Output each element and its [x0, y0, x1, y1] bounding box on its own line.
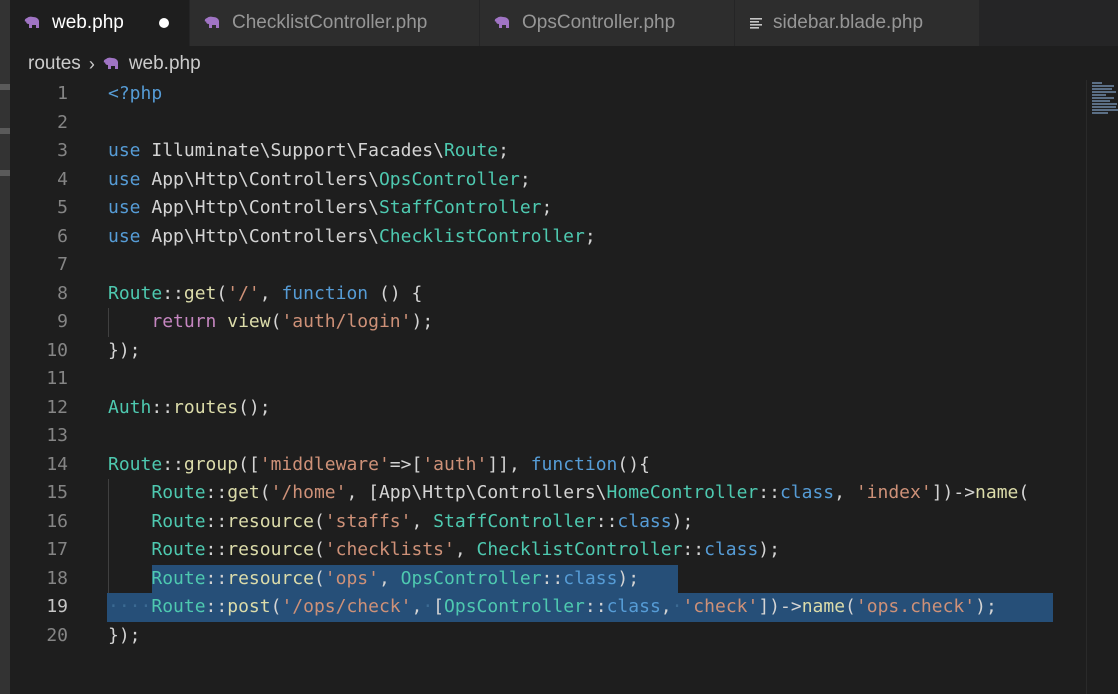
- line-number: 6: [57, 225, 68, 247]
- line-number: 11: [46, 368, 68, 389]
- line-number: 14: [46, 453, 68, 475]
- code-text: Route::group(['middleware'=>['auth']], f…: [108, 453, 650, 475]
- breadcrumb-file[interactable]: web.php: [129, 53, 201, 75]
- php-elephant-icon: [494, 16, 512, 30]
- line-number: 19: [46, 596, 68, 617]
- code-line[interactable]: 5 use App\Http\Controllers\StaffControlle…: [0, 194, 1086, 223]
- line-number: 1: [57, 83, 68, 104]
- line-number: 5: [57, 197, 68, 218]
- code-line[interactable]: 1 <?php: [0, 80, 1086, 109]
- line-number: 13: [46, 425, 68, 446]
- code-line[interactable]: 15 Route::get('/home', [App\Http\Control…: [0, 479, 1086, 508]
- minimap[interactable]: [1092, 82, 1118, 118]
- code-line[interactable]: 16 Route::resource('staffs', StaffContro…: [0, 508, 1086, 537]
- code-text: Route::resource('staffs', StaffControlle…: [151, 510, 694, 532]
- code-line[interactable]: 19 ····Route::post('/ops/check',·[OpsCont…: [0, 593, 1086, 622]
- line-number: 20: [46, 624, 68, 646]
- line-number: 3: [57, 140, 68, 161]
- code-text: use Illuminate\Support\Facades\Route;: [108, 140, 509, 161]
- line-number: 7: [57, 254, 68, 275]
- line-number: 10: [46, 339, 68, 361]
- code-text: Route::get('/home', [App\Http\Controller…: [151, 482, 1030, 503]
- code-text: ····Route::post('/ops/check',·[OpsContro…: [108, 596, 997, 617]
- tab-label: ChecklistController.php: [232, 12, 428, 33]
- code-line[interactable]: 4 use App\Http\Controllers\OpsController;: [0, 166, 1086, 195]
- code-line[interactable]: 7: [0, 251, 1086, 280]
- code-line[interactable]: 10});: [0, 337, 1086, 366]
- line-number: 18: [46, 567, 68, 589]
- code-line[interactable]: 18 Route::resource('ops', OpsController:…: [0, 565, 1086, 594]
- code-line[interactable]: 11: [0, 365, 1086, 394]
- tab-label: OpsController.php: [522, 12, 676, 33]
- unsaved-dot-icon[interactable]: [159, 18, 169, 28]
- code-line[interactable]: 3 use Illuminate\Support\Facades\Route;: [0, 137, 1086, 166]
- php-elephant-icon: [103, 57, 121, 71]
- php-elephant-icon: [204, 16, 222, 30]
- tab-label: sidebar.blade.php: [773, 12, 924, 33]
- code-text: Route::resource('ops', OpsController::cl…: [151, 567, 640, 589]
- breadcrumb: routes › web.php: [28, 52, 201, 76]
- code-line[interactable]: 20});: [0, 622, 1086, 651]
- tab-label: web.php: [52, 12, 124, 33]
- line-number: 9: [57, 311, 68, 332]
- tab-checklistcontroller-php[interactable]: ChecklistController.php: [190, 0, 480, 46]
- tab-opscontroller-php[interactable]: OpsController.php: [480, 0, 735, 46]
- vertical-scrollbar[interactable]: [1086, 80, 1118, 694]
- php-elephant-icon: [24, 16, 42, 30]
- breadcrumb-folder[interactable]: routes: [28, 53, 81, 75]
- chevron-right-icon: ›: [88, 53, 95, 74]
- code-line[interactable]: 12 Auth::routes();: [0, 394, 1086, 423]
- code-text: });: [108, 624, 141, 646]
- code-text: Route::get('/', function () {: [108, 282, 423, 304]
- line-number: 16: [46, 510, 68, 532]
- code-text: <?php: [108, 83, 163, 104]
- line-number: 2: [57, 111, 68, 133]
- code-text: use App\Http\Controllers\StaffController…: [108, 197, 553, 218]
- line-number: 12: [46, 396, 68, 418]
- code-line[interactable]: 14 Route::group(['middleware'=>['auth']],…: [0, 451, 1086, 480]
- code-text: });: [108, 339, 141, 361]
- code-line[interactable]: 17 Route::resource('checklists', Checkli…: [0, 536, 1086, 565]
- tab-web-php[interactable]: web.php: [10, 0, 190, 46]
- code-text: Route::resource('checklists', ChecklistC…: [151, 539, 780, 560]
- line-number: 15: [46, 482, 68, 503]
- tab-sidebar-blade-php[interactable]: sidebar.blade.php: [735, 0, 980, 46]
- line-number: 4: [57, 168, 68, 190]
- code-line[interactable]: 8 Route::get('/', function () {: [0, 280, 1086, 309]
- tab-bar: web.php ChecklistController.php OpsContr…: [10, 0, 1118, 46]
- code-text: Auth::routes();: [108, 396, 271, 418]
- line-number: 8: [57, 282, 68, 304]
- code-line[interactable]: 2: [0, 109, 1086, 138]
- code-text: use App\Http\Controllers\OpsController;: [108, 168, 531, 190]
- code-line[interactable]: 9 return view('auth/login');: [0, 308, 1086, 337]
- code-editor[interactable]: 1 <?php 2 3 use Illuminate\Support\Facades\R…: [0, 80, 1086, 694]
- code-text: use App\Http\Controllers\ChecklistContro…: [108, 225, 596, 247]
- code-line[interactable]: 6 use App\Http\Controllers\ChecklistContr…: [0, 223, 1086, 252]
- line-number: 17: [46, 539, 68, 560]
- code-text: return view('auth/login');: [151, 311, 434, 332]
- code-line[interactable]: 13: [0, 422, 1086, 451]
- lines-icon: [749, 16, 763, 30]
